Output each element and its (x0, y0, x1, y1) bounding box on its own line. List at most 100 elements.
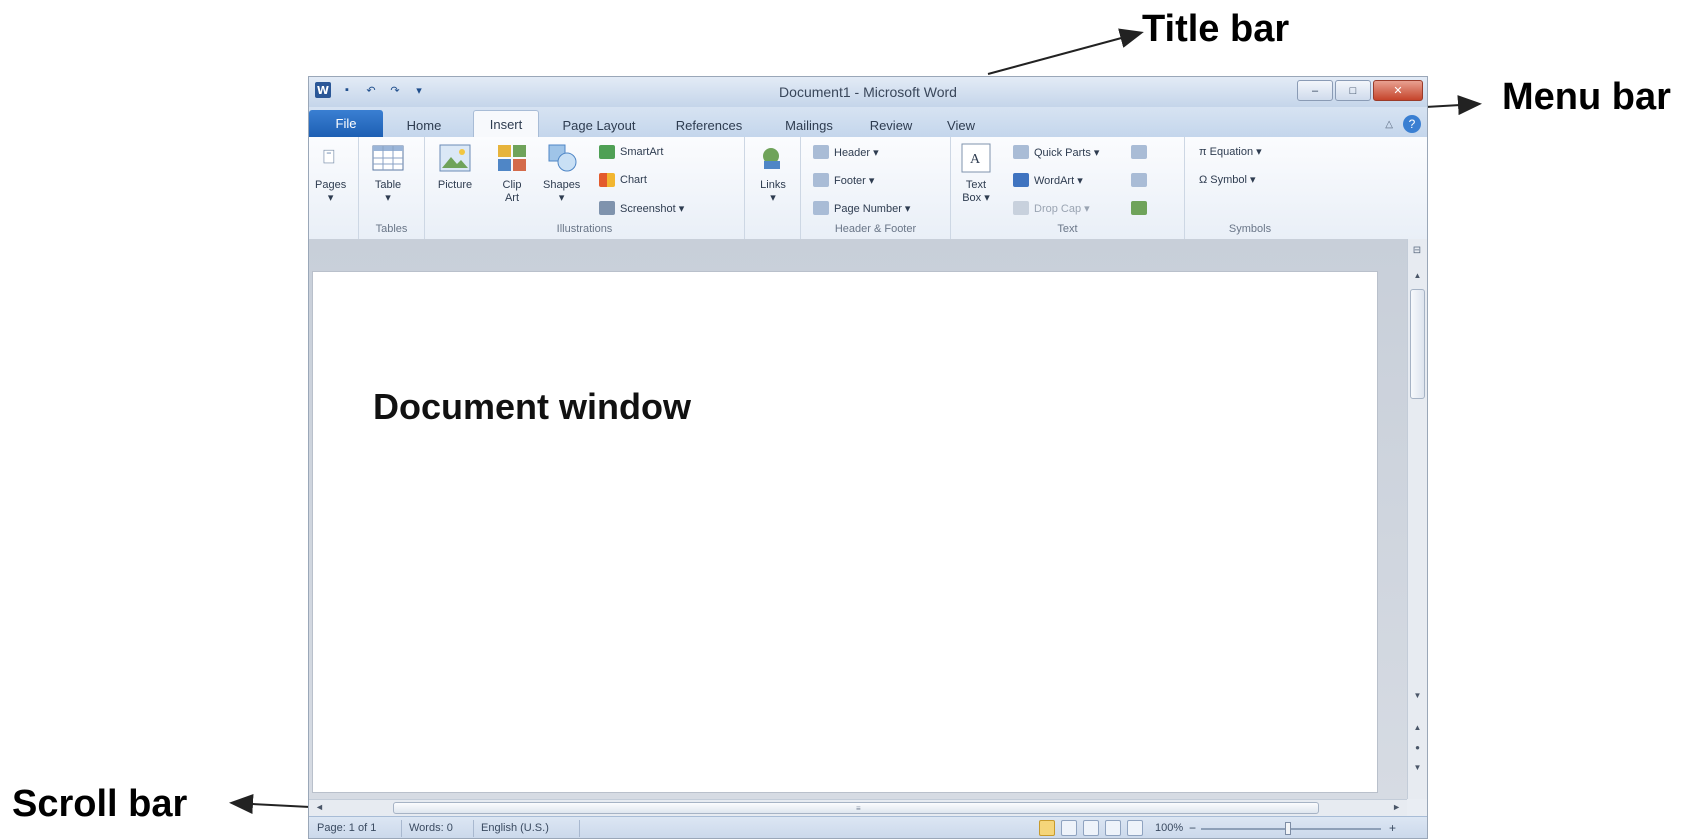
scroll-left-icon[interactable]: ◄ (315, 802, 324, 812)
minimize-ribbon-icon[interactable]: △ (1385, 119, 1393, 130)
table-icon (372, 145, 404, 171)
word-window: W ▪ ↶ ↷ ▾ Document1 - Microsoft Word – □… (308, 76, 1428, 839)
clip-art-button[interactable]: Clip Art (495, 141, 529, 205)
wordart-button[interactable]: WordArt ▾ (1013, 173, 1083, 187)
signature-line-button[interactable] (1131, 145, 1147, 159)
pages-button[interactable]: Pages ▾ (315, 141, 346, 205)
smartart-icon (599, 145, 615, 159)
select-browse-object-icon[interactable]: ● (1410, 743, 1425, 759)
group-header-footer: Header ▾ Footer ▾ Page Number ▾ Header &… (801, 137, 951, 239)
title-bar: W ▪ ↶ ↷ ▾ Document1 - Microsoft Word – □… (309, 77, 1427, 107)
date-time-button[interactable] (1131, 173, 1147, 187)
chart-button[interactable]: Chart (599, 173, 647, 187)
pages-label: Pages (315, 179, 347, 191)
table-label: Table (374, 179, 402, 191)
horizontal-scroll-thumb[interactable]: ≡ (393, 802, 1319, 814)
shapes-arrow: ▾ (558, 192, 565, 204)
shapes-button[interactable]: Shapes ▾ (543, 141, 580, 205)
equation-label: π Equation ▾ (1199, 146, 1262, 158)
menu-bar: File Home Insert Page Layout References … (309, 107, 1427, 138)
smartart-label: SmartArt (620, 146, 664, 158)
clip-art-label-line2: Art (504, 192, 520, 204)
zoom-level[interactable]: 100% (1155, 822, 1183, 834)
tab-review[interactable]: Review (857, 113, 925, 137)
close-button[interactable]: ✕ (1373, 80, 1423, 101)
smartart-button[interactable]: SmartArt (599, 145, 663, 159)
print-layout-icon[interactable] (1039, 820, 1055, 836)
tab-file[interactable]: File (309, 110, 383, 137)
minimize-button[interactable]: – (1297, 80, 1333, 101)
scroll-grip-icon: ≡ (856, 804, 861, 813)
outline-icon[interactable] (1105, 820, 1121, 836)
object-button[interactable] (1131, 201, 1147, 215)
vertical-scrollbar[interactable]: ⊟ ▲ ▼ ▲ ● ▼ (1407, 239, 1427, 799)
object-icon (1131, 201, 1147, 215)
zoom-slider-track[interactable] (1201, 828, 1381, 830)
status-divider (401, 820, 402, 837)
quick-parts-button[interactable]: Quick Parts ▾ (1013, 145, 1099, 159)
zoom-out-icon[interactable]: − (1189, 821, 1196, 835)
svg-text:A: A (970, 152, 981, 167)
maximize-button[interactable]: □ (1335, 80, 1371, 101)
text-box-label-line1: Text (965, 179, 987, 191)
footer-button[interactable]: Footer ▾ (813, 173, 874, 187)
header-button[interactable]: Header ▾ (813, 145, 879, 159)
group-tables: Table ▾ Tables (359, 137, 425, 239)
document-page[interactable]: Document window (312, 271, 1378, 793)
page-number-button[interactable]: Page Number ▾ (813, 201, 910, 215)
page-number-icon (813, 201, 829, 215)
drop-cap-button[interactable]: Drop Cap ▾ (1013, 201, 1090, 215)
chart-icon (599, 173, 615, 187)
chart-label: Chart (620, 174, 647, 186)
web-layout-icon[interactable] (1083, 820, 1099, 836)
table-arrow: ▾ (385, 192, 391, 204)
tab-page-layout[interactable]: Page Layout (549, 113, 649, 137)
tab-home[interactable]: Home (391, 113, 457, 137)
window-title: Document1 - Microsoft Word (779, 84, 957, 100)
word-count-status[interactable]: Words: 0 (409, 822, 453, 834)
scroll-down-icon[interactable]: ▼ (1410, 691, 1425, 703)
screenshot-icon (599, 201, 615, 215)
document-window-callout: Document window (373, 386, 691, 427)
text-box-icon: A (961, 143, 991, 173)
next-page-icon[interactable]: ▼ (1410, 763, 1425, 779)
horizontal-scrollbar[interactable]: ◄ ≡ ► (309, 799, 1407, 816)
wordart-icon (1013, 173, 1029, 187)
ribbon-insert: Pages ▾ Table ▾ Tables Picture Clip Art … (309, 137, 1427, 240)
draft-icon[interactable] (1127, 820, 1143, 836)
symbol-button[interactable]: Ω Symbol ▾ (1199, 173, 1256, 186)
scroll-up-icon[interactable]: ▲ (1410, 271, 1425, 283)
tab-mailings[interactable]: Mailings (769, 113, 849, 137)
links-button[interactable]: Links ▾ (756, 141, 790, 205)
scroll-right-icon[interactable]: ► (1392, 802, 1401, 812)
help-icon[interactable]: ? (1403, 115, 1421, 133)
pages-arrow: ▾ (327, 192, 334, 204)
header-label: Header ▾ (834, 146, 879, 159)
vertical-scroll-thumb[interactable] (1410, 289, 1425, 399)
date-time-icon (1131, 173, 1147, 187)
table-button[interactable]: Table ▾ (371, 141, 405, 205)
view-ruler-icon[interactable]: ⊟ (1411, 245, 1423, 261)
text-box-button[interactable]: A Text Box ▾ (959, 141, 993, 205)
title-bar-arrow (987, 28, 1144, 75)
page-count-status[interactable]: Page: 1 of 1 (317, 822, 376, 834)
zoom-slider-thumb[interactable] (1285, 822, 1291, 835)
equation-button[interactable]: π Equation ▾ (1199, 145, 1262, 158)
previous-page-icon[interactable]: ▲ (1410, 723, 1425, 739)
language-status[interactable]: English (U.S.) (481, 822, 549, 834)
header-icon (813, 145, 829, 159)
quick-parts-icon (1013, 145, 1029, 159)
tab-references[interactable]: References (659, 113, 759, 137)
drop-cap-icon (1013, 201, 1029, 215)
picture-button[interactable]: Picture (435, 141, 475, 192)
wordart-label: WordArt ▾ (1034, 174, 1083, 187)
tab-view[interactable]: View (931, 113, 991, 137)
full-screen-reading-icon[interactable] (1061, 820, 1077, 836)
screenshot-label: Screenshot ▾ (620, 202, 685, 215)
zoom-in-icon[interactable]: + (1389, 821, 1396, 835)
group-symbols: π Equation ▾ Ω Symbol ▾ Symbols (1185, 137, 1315, 239)
shapes-icon (548, 144, 577, 172)
illustrations-group-label: Illustrations (556, 223, 613, 235)
tab-insert[interactable]: Insert (473, 110, 539, 138)
screenshot-button[interactable]: Screenshot ▾ (599, 201, 684, 215)
